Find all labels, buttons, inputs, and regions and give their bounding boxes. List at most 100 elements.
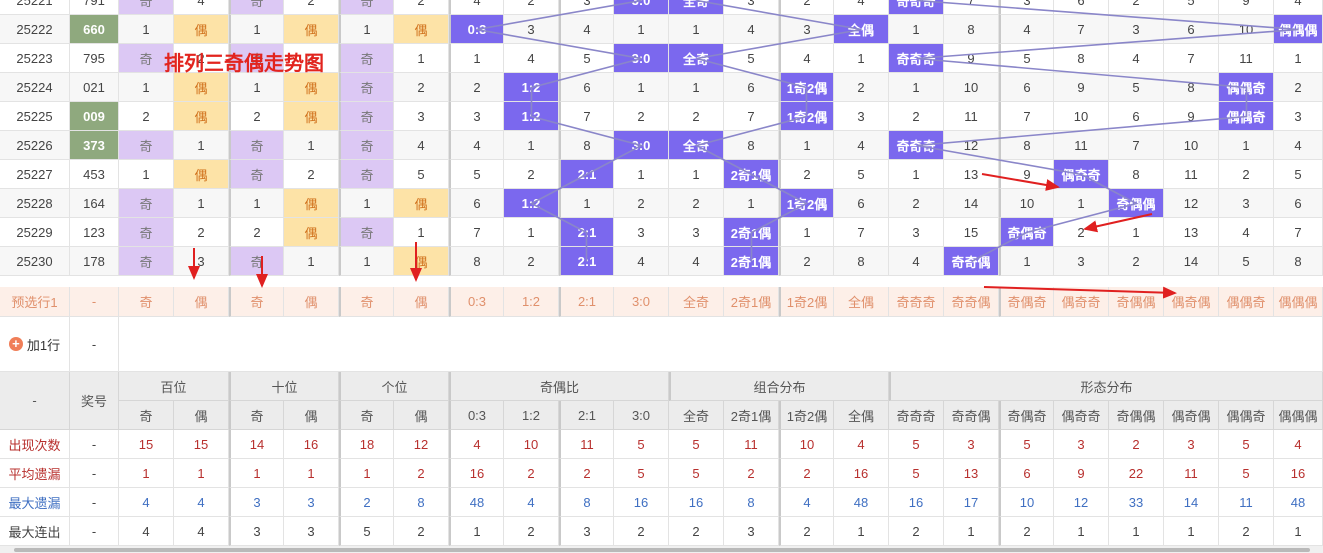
header-subcolumn: 偶奇奇 (1054, 401, 1109, 430)
trend-cell: 6 (724, 73, 779, 102)
trend-cell: 3 (1054, 247, 1109, 276)
preselect-option[interactable]: 偶奇偶 (1164, 287, 1219, 317)
stat-value: 4 (119, 488, 174, 517)
trend-cell: 2 (779, 247, 834, 276)
preselect-option[interactable]: 奇奇奇 (889, 287, 944, 317)
trend-cell: 9 (1219, 0, 1274, 15)
stat-value: 12 (394, 430, 449, 459)
trend-cell: 8 (1274, 247, 1323, 276)
trend-cell: 8 (1054, 44, 1109, 73)
header-subcolumn: 2:1 (559, 401, 614, 430)
trend-cell: 8 (834, 247, 889, 276)
trend-cell: 1 (174, 189, 229, 218)
trend-cell: 9 (999, 160, 1054, 189)
preselect-option[interactable]: 偶偶偶 (1274, 287, 1323, 317)
preselect-option[interactable]: 奇 (339, 287, 394, 317)
trend-cell: 奇 (119, 247, 174, 276)
preselect-option[interactable]: 奇偶奇 (999, 287, 1054, 317)
preselect-row-label: 预选行1 (0, 287, 70, 317)
header-group: 十位 (229, 372, 339, 401)
trend-cell: 1 (889, 15, 944, 44)
trend-cell: 7 (944, 0, 999, 15)
trend-cell: 2:1 (559, 160, 614, 189)
stat-value: 48 (449, 488, 504, 517)
stat-value: 6 (999, 459, 1054, 488)
trend-cell: 9 (1054, 73, 1109, 102)
trend-cell: 1 (119, 160, 174, 189)
trend-cell: 6 (449, 189, 504, 218)
trend-cell: 1 (724, 189, 779, 218)
header-subcolumn: 全奇 (669, 401, 724, 430)
issue-number: 25229 (0, 218, 70, 247)
preselect-option[interactable]: 3:0 (614, 287, 669, 317)
preselect-option[interactable]: 2:1 (559, 287, 614, 317)
trend-cell: 2:1 (559, 247, 614, 276)
draw-number: 009 (70, 102, 119, 131)
trend-cell: 1 (614, 160, 669, 189)
preselect-option[interactable]: 偶 (284, 287, 339, 317)
stat-value: 33 (1109, 488, 1164, 517)
preselect-option[interactable]: 偶 (394, 287, 449, 317)
trend-cell: 1奇2偶 (779, 73, 834, 102)
issue-number: 25230 (0, 247, 70, 276)
stat-value: 3 (1164, 430, 1219, 459)
stat-value: 48 (834, 488, 889, 517)
trend-cell: 奇 (339, 218, 394, 247)
trend-cell: 奇 (119, 0, 174, 15)
stat-value: 1 (229, 459, 284, 488)
stat-value: 1 (119, 459, 174, 488)
preselect-option[interactable]: 1奇2偶 (779, 287, 834, 317)
plus-icon: + (8, 337, 23, 351)
trend-cell: 1:2 (504, 73, 559, 102)
stat-value: 5 (614, 459, 669, 488)
stat-value: 1 (284, 459, 339, 488)
stat-value: 2 (889, 517, 944, 546)
trend-cell: 1 (669, 73, 724, 102)
preselect-option[interactable]: 2奇1偶 (724, 287, 779, 317)
add-row-number: - (70, 317, 119, 372)
trend-cell: 2奇1偶 (724, 247, 779, 276)
scrollbar-thumb[interactable] (14, 548, 1310, 552)
preselect-option[interactable]: 奇偶偶 (1109, 287, 1164, 317)
trend-cell: 偶 (284, 102, 339, 131)
add-row-input-area[interactable] (119, 317, 1323, 372)
trend-cell: 4 (669, 247, 724, 276)
trend-cell: 6 (1274, 189, 1323, 218)
trend-cell: 8 (724, 131, 779, 160)
trend-cell: 奇 (119, 218, 174, 247)
trend-cell: 奇奇偶 (944, 247, 999, 276)
trend-cell: 2 (1054, 218, 1109, 247)
preselect-option[interactable]: 奇奇偶 (944, 287, 999, 317)
preselect-option[interactable]: 奇 (119, 287, 174, 317)
stat-label: 最大遗漏 (0, 488, 70, 517)
trend-cell: 7 (1054, 15, 1109, 44)
trend-cell: 偶 (284, 218, 339, 247)
trend-cell: 2 (449, 73, 504, 102)
preselect-option[interactable]: 全偶 (834, 287, 889, 317)
header-subcolumn: 1:2 (504, 401, 559, 430)
trend-cell: 12 (1164, 189, 1219, 218)
stat-value: 16 (669, 488, 724, 517)
header-subcolumn: 奇偶奇 (999, 401, 1054, 430)
trend-cell: 4 (394, 131, 449, 160)
trend-cell: 8 (944, 15, 999, 44)
preselect-option[interactable]: 偶 (174, 287, 229, 317)
preselect-option[interactable]: 0:3 (449, 287, 504, 317)
preselect-option[interactable]: 全奇 (669, 287, 724, 317)
trend-cell: 1 (1109, 218, 1164, 247)
add-row-button[interactable]: + 加1行 (0, 317, 70, 372)
preselect-option[interactable]: 奇 (229, 287, 284, 317)
preselect-option[interactable]: 偶奇奇 (1054, 287, 1109, 317)
preselect-option[interactable]: 1:2 (504, 287, 559, 317)
stat-value: 2 (669, 517, 724, 546)
trend-cell: 2 (669, 189, 724, 218)
draw-number: 453 (70, 160, 119, 189)
stat-value: 1 (1274, 517, 1323, 546)
trend-cell: 8 (1164, 73, 1219, 102)
trend-cell: 1奇2偶 (779, 102, 834, 131)
stat-value: 2 (779, 517, 834, 546)
trend-cell: 偶 (394, 15, 449, 44)
preselect-option[interactable]: 偶偶奇 (1219, 287, 1274, 317)
trend-cell: 11 (1164, 160, 1219, 189)
stat-value: 5 (889, 430, 944, 459)
